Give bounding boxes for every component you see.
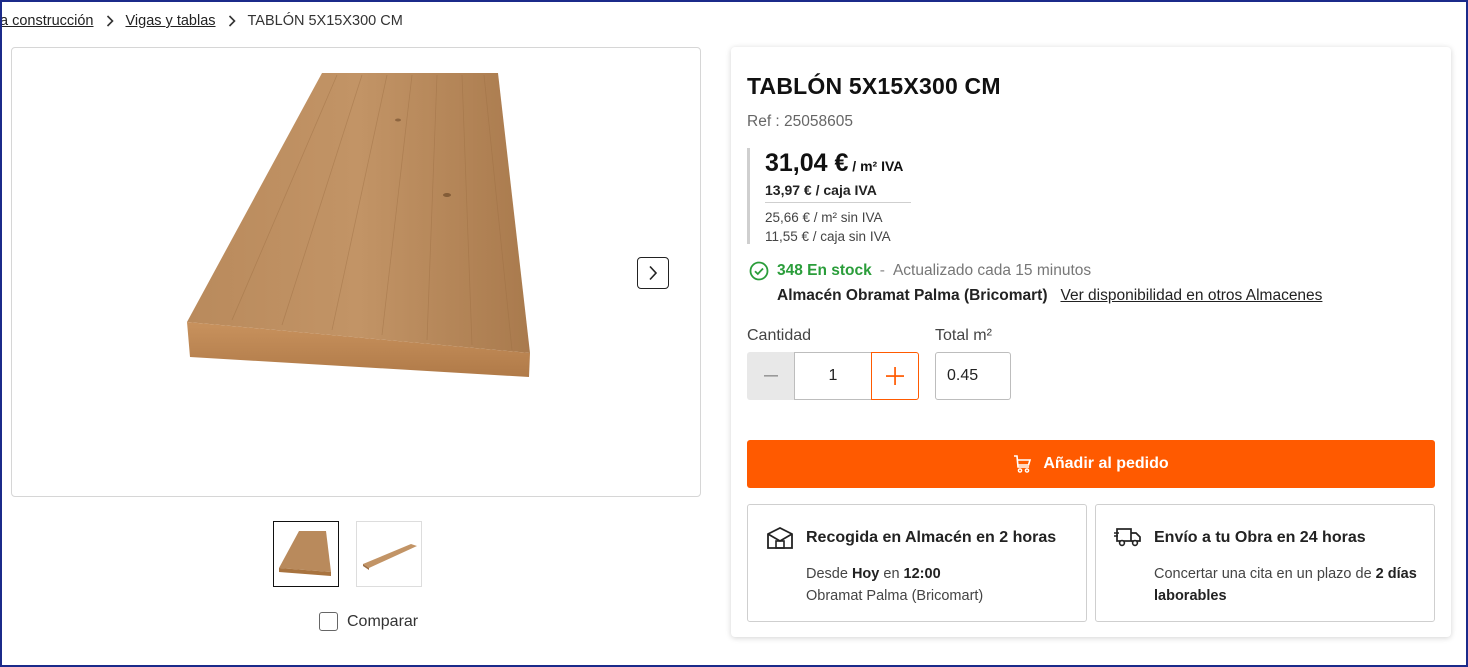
check-circle-icon: [749, 261, 769, 281]
price-main-unit: / m² IVA: [848, 158, 904, 174]
pickup-line1-pre: Desde: [806, 566, 852, 582]
availability-link[interactable]: Ver disponibilidad en otros Almacenes: [1060, 287, 1322, 305]
stock-separator: -: [879, 262, 885, 279]
chevron-right-icon: [106, 15, 114, 27]
breadcrumb-link-construccion[interactable]: a construcción: [0, 13, 94, 29]
add-to-order-label: Añadir al pedido: [1043, 455, 1169, 472]
chevron-right-icon: [649, 265, 658, 281]
cart-icon: [1014, 455, 1032, 473]
shipping-details: Concertar una cita en un plazo de 2 días…: [1154, 563, 1419, 607]
pickup-line1-mid: en: [879, 566, 904, 582]
plus-icon: [886, 367, 904, 385]
truck-icon: [1114, 528, 1141, 547]
stock-updated: Actualizado cada 15 minutos: [892, 262, 1092, 279]
product-ref: Ref : 25058605: [747, 113, 854, 130]
wooden-plank-angle-thumbnail: [363, 544, 417, 570]
stock-status: 348 En stock - Actualizado cada 15 minut…: [749, 261, 1091, 281]
warehouse-row: Almacén Obramat Palma (Bricomart) Ver di…: [777, 287, 1322, 305]
total-m2-field[interactable]: 0.45: [935, 352, 1011, 400]
total-m2-label: Total m²: [935, 327, 992, 344]
price-main-value: 31,04 €: [765, 149, 849, 177]
price-per-box: 13,97 € / caja IVA: [765, 182, 911, 203]
pickup-card: Recogida en Almacén en 2 horas Desde Hoy…: [747, 504, 1087, 622]
product-gallery: [11, 47, 701, 497]
decrease-quantity-button[interactable]: [747, 352, 795, 400]
breadcrumb: a construcción Vigas y tablas TABLÓN 5X1…: [0, 11, 403, 31]
pickup-store: Obramat Palma (Bricomart): [806, 588, 984, 604]
price-m2-no-vat: 25,66 € / m² sin IVA: [765, 210, 883, 225]
quantity-label: Cantidad: [747, 327, 812, 344]
pickup-details: Desde Hoy en 12:00 Obramat Palma (Bricom…: [806, 563, 1071, 607]
compare-label: Comparar: [347, 612, 419, 630]
increase-quantity-button[interactable]: [871, 352, 919, 400]
checkbox-icon[interactable]: [319, 612, 338, 631]
next-image-button[interactable]: [637, 257, 669, 289]
pickup-title: Recogida en Almacén en 2 horas: [806, 529, 1057, 546]
quantity-input[interactable]: 1: [794, 352, 872, 400]
price-box-no-vat: 11,55 € / caja sin IVA: [765, 229, 891, 244]
add-to-order-button[interactable]: Añadir al pedido: [747, 440, 1435, 488]
price-block: 31,04 € / m² IVA 13,97 € / caja IVA 25,6…: [747, 148, 915, 244]
warehouse-name: Almacén Obramat Palma (Bricomart): [777, 287, 1048, 304]
shipping-card: Envío a tu Obra en 24 horas Concertar un…: [1095, 504, 1435, 622]
wooden-plank-image[interactable]: [172, 70, 542, 390]
breadcrumb-current: TABLÓN 5X15X300 CM: [247, 13, 403, 29]
thumbnail-1[interactable]: [273, 521, 339, 587]
warehouse-pickup-icon: [767, 526, 793, 549]
breadcrumb-link-vigas-y-tablas[interactable]: Vigas y tablas: [126, 13, 216, 29]
price-main: 31,04 € / m² IVA: [765, 149, 915, 180]
pickup-time: 12:00: [903, 566, 941, 582]
product-title: TABLÓN 5X15X300 CM: [747, 73, 1001, 99]
minus-icon: [764, 375, 778, 377]
chevron-right-icon: [228, 15, 236, 27]
thumbnail-2[interactable]: [356, 521, 422, 587]
pickup-day: Hoy: [851, 566, 880, 582]
product-info-panel: TABLÓN 5X15X300 CM Ref : 25058605 31,04 …: [731, 47, 1451, 637]
shipping-text: Concertar una cita en un plazo de: [1154, 566, 1376, 582]
stock-count: 348 En stock: [777, 262, 872, 279]
wooden-plank-thumbnail: [279, 531, 331, 576]
compare-checkbox[interactable]: Comparar: [319, 612, 418, 631]
shipping-title: Envío a tu Obra en 24 horas: [1154, 529, 1366, 546]
